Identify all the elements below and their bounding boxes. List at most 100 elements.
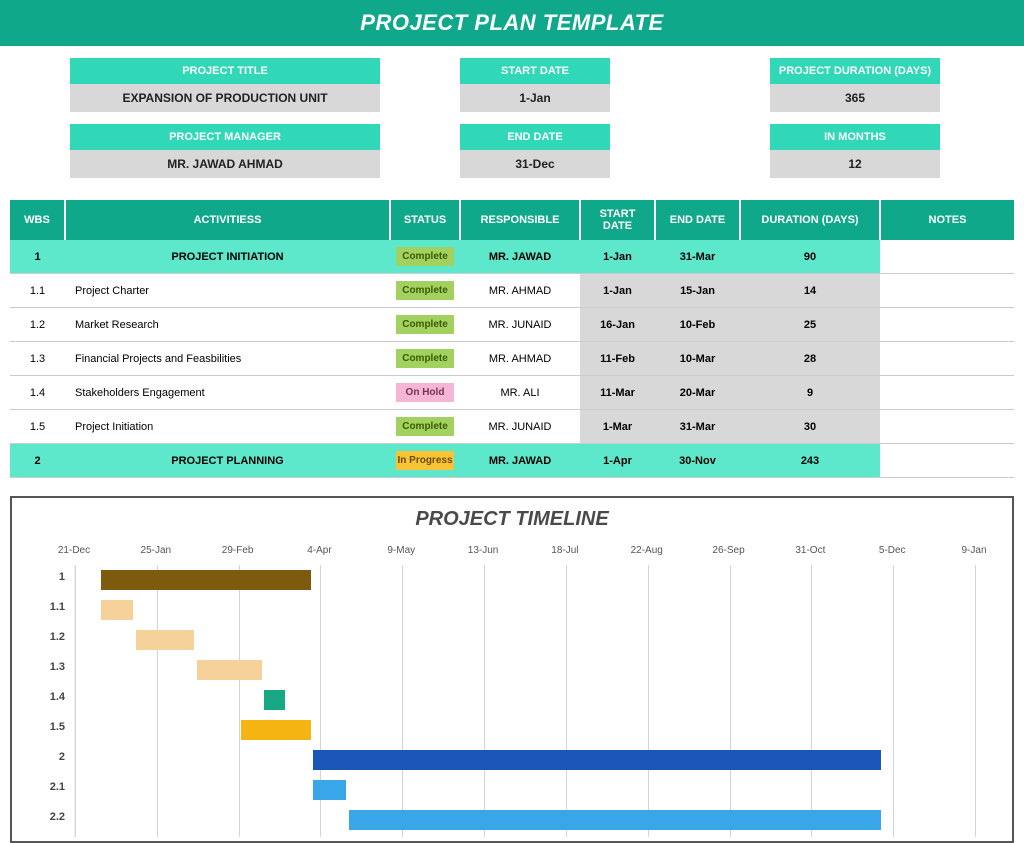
axis-tick: 4-Apr [307, 545, 331, 556]
cell-responsible: MR. AHMAD [460, 274, 580, 308]
cell-responsible: MR. AHMAD [460, 342, 580, 376]
gantt-row: 1.1 [75, 595, 998, 625]
gantt-row-label: 1.5 [35, 721, 65, 733]
value-duration-days: 365 [770, 84, 940, 112]
axis-tick: 29-Feb [222, 545, 254, 556]
cell-start-date: 1-Jan [580, 240, 655, 274]
cell-duration: 30 [740, 410, 880, 444]
page-title: PROJECT PLAN TEMPLATE [0, 0, 1024, 46]
cell-end-date: 15-Jan [655, 274, 740, 308]
cell-activity: Stakeholders Engagement [65, 376, 390, 410]
axis-tick: 18-Jul [551, 545, 578, 556]
cell-end-date: 31-Mar [655, 240, 740, 274]
gantt-row: 2.1 [75, 775, 998, 805]
axis-tick: 9-Jan [961, 545, 986, 556]
cell-status: Complete [390, 274, 460, 308]
value-project-title: EXPANSION OF PRODUCTION UNIT [70, 84, 380, 112]
cell-status: Complete [390, 342, 460, 376]
cell-end-date: 10-Mar [655, 342, 740, 376]
value-project-manager: MR. JAWAD AHMAD [70, 150, 380, 178]
timeline-title: PROJECT TIMELINE [26, 508, 998, 531]
cell-wbs: 1.4 [10, 376, 65, 410]
gantt-bar [313, 750, 881, 770]
cell-notes [880, 376, 1014, 410]
gantt-chart: 21-Dec 25-Jan 29-Feb 4-Apr 9-May 13-Jun 18-Jul… [26, 545, 998, 837]
cell-wbs: 1.1 [10, 274, 65, 308]
gantt-row: 1.3 [75, 655, 998, 685]
gantt-row-label: 1.4 [35, 691, 65, 703]
cell-notes [880, 342, 1014, 376]
col-responsible: RESPONSIBLE [460, 200, 580, 240]
gantt-row-label: 1.1 [35, 601, 65, 613]
gantt-row-label: 1 [35, 571, 65, 583]
cell-activity: PROJECT PLANNING [65, 444, 390, 478]
cell-notes [880, 444, 1014, 478]
label-end-date: END DATE [460, 124, 610, 150]
table-row: 1.5Project InitiationCompleteMR. JUNAID1… [10, 410, 1014, 444]
col-duration: DURATION (DAYS) [740, 200, 880, 240]
gantt-bar [313, 780, 346, 800]
cell-activity: Financial Projects and Feasbilities [65, 342, 390, 376]
cell-wbs: 1.3 [10, 342, 65, 376]
gantt-row-label: 1.3 [35, 661, 65, 673]
col-start-date: START DATE [580, 200, 655, 240]
axis-tick: 5-Dec [879, 545, 906, 556]
cell-notes [880, 240, 1014, 274]
gantt-row: 1.5 [75, 715, 998, 745]
col-end-date: END DATE [655, 200, 740, 240]
gantt-bar [197, 660, 262, 680]
gantt-row-label: 2.2 [35, 811, 65, 823]
cell-duration: 9 [740, 376, 880, 410]
table-row: 1.2Market ResearchCompleteMR. JUNAID16-J… [10, 308, 1014, 342]
gantt-bar [264, 690, 285, 710]
cell-status: Complete [390, 240, 460, 274]
cell-notes [880, 308, 1014, 342]
cell-duration: 25 [740, 308, 880, 342]
col-notes: NOTES [880, 200, 1014, 240]
axis-tick: 26-Sep [712, 545, 744, 556]
cell-activity: Market Research [65, 308, 390, 342]
table-row: 2PROJECT PLANNINGIn ProgressMR. JAWAD1-A… [10, 444, 1014, 478]
label-project-manager: PROJECT MANAGER [70, 124, 380, 150]
gantt-bar [101, 600, 134, 620]
label-duration-days: PROJECT DURATION (DAYS) [770, 58, 940, 84]
gantt-row: 1 [75, 565, 998, 595]
cell-start-date: 16-Jan [580, 308, 655, 342]
cell-end-date: 20-Mar [655, 376, 740, 410]
gantt-bar [101, 570, 311, 590]
axis-tick: 31-Oct [795, 545, 825, 556]
cell-notes [880, 410, 1014, 444]
cell-start-date: 1-Jan [580, 274, 655, 308]
value-start-date: 1-Jan [460, 84, 610, 112]
table-row: 1.1Project CharterCompleteMR. AHMAD1-Jan… [10, 274, 1014, 308]
value-end-date: 31-Dec [460, 150, 610, 178]
project-meta: PROJECT TITLE EXPANSION OF PRODUCTION UN… [0, 46, 1024, 194]
cell-end-date: 31-Mar [655, 410, 740, 444]
cell-status: In Progress [390, 444, 460, 478]
gantt-row-label: 2 [35, 751, 65, 763]
axis-tick: 22-Aug [631, 545, 663, 556]
axis-tick: 9-May [387, 545, 415, 556]
gantt-row-label: 2.1 [35, 781, 65, 793]
cell-duration: 28 [740, 342, 880, 376]
cell-duration: 14 [740, 274, 880, 308]
label-in-months: IN MONTHS [770, 124, 940, 150]
cell-activity: PROJECT INITIATION [65, 240, 390, 274]
axis-tick: 25-Jan [141, 545, 172, 556]
axis-tick: 21-Dec [58, 545, 90, 556]
cell-wbs: 2 [10, 444, 65, 478]
cell-start-date: 1-Apr [580, 444, 655, 478]
gantt-row: 2.2 [75, 805, 998, 835]
gantt-bar [349, 810, 882, 830]
cell-start-date: 11-Feb [580, 342, 655, 376]
gantt-bar [136, 630, 194, 650]
axis-tick: 13-Jun [468, 545, 499, 556]
cell-notes [880, 274, 1014, 308]
cell-duration: 243 [740, 444, 880, 478]
cell-start-date: 1-Mar [580, 410, 655, 444]
col-activities: ACTIVITIESS [65, 200, 390, 240]
cell-responsible: MR. JAWAD [460, 444, 580, 478]
timeline-panel: PROJECT TIMELINE 21-Dec 25-Jan 29-Feb 4-Apr… [10, 496, 1014, 843]
cell-status: Complete [390, 410, 460, 444]
gantt-row-label: 1.2 [35, 631, 65, 643]
